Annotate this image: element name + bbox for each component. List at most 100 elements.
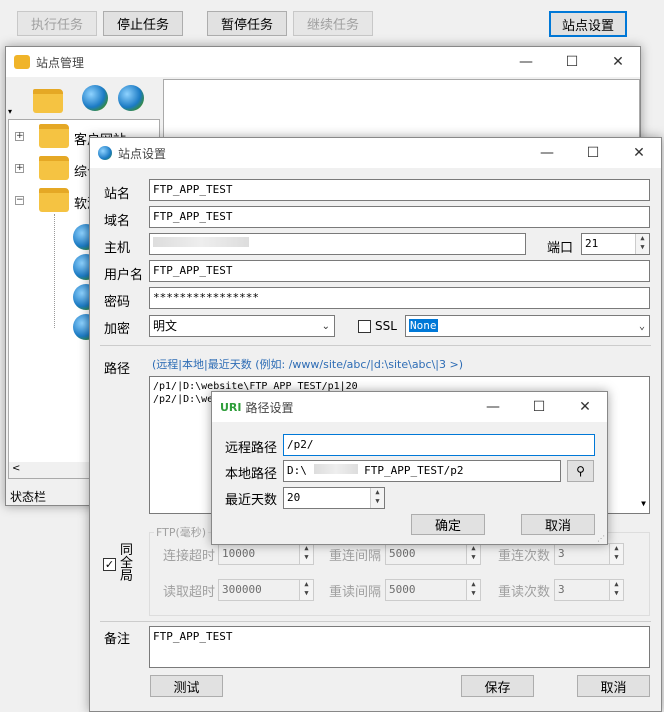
connect-timeout-spinner[interactable]: ▲ ▼ [299,544,313,564]
port-value: 21 [585,237,599,250]
chevron-down-icon: ⌄ [638,321,645,332]
reread-count-value: 3 [558,583,565,596]
ssl-option-value: None [409,319,438,332]
toolbar-overflow-icon[interactable]: ▾ [8,107,12,116]
reconnect-count-value: 3 [558,547,565,560]
reread-count-spinner[interactable]: ▲ ▼ [609,580,623,600]
remark-field[interactable]: FTP_APP_TEST [149,626,650,668]
separator [100,345,651,346]
ftp-group-label: FTP(毫秒) [154,524,209,540]
add-folder-icon[interactable] [33,89,63,113]
encryption-label: 加密 [104,322,131,337]
encryption-select[interactable]: 明文 ⌄ [149,315,335,337]
recent-days-value: 20 [287,491,301,504]
local-path-label: 本地路径 [225,467,278,482]
reread-interval-spinner[interactable]: ▲ ▼ [466,580,480,600]
recent-days-spinner[interactable]: ▲ ▼ [370,488,384,508]
maximize-icon[interactable]: ☐ [570,138,616,168]
site-manager-title: 站点管理 [36,55,85,70]
path-settings-dialog: URI 路径设置 — ☐ ✕ 远程路径 /p2/ 本地路径 D:\ FTP_AP… [211,391,608,545]
port-field[interactable]: 21 ▲ ▼ [581,233,650,255]
password-field[interactable]: **************** [149,287,650,309]
pause-task-button[interactable]: 暂停任务 [207,11,287,36]
port-label: 端口 [547,241,574,256]
add-site-icon[interactable] [82,85,108,111]
cancel-button[interactable]: 取消 [521,514,595,535]
site-settings-title: 站点设置 [118,146,167,161]
reconnect-count-label: 重连次数 [498,549,551,564]
reread-count-field[interactable]: 3 ▲ ▼ [554,579,624,601]
scroll-left-icon[interactable]: < [12,463,20,474]
reread-interval-field[interactable]: 5000 ▲ ▼ [385,579,481,601]
recent-days-field[interactable]: 20 ▲ ▼ [283,487,385,509]
ssl-checkbox[interactable] [358,320,371,333]
maximize-icon[interactable]: ☐ [549,47,595,77]
reconnect-interval-field[interactable]: 5000 ▲ ▼ [385,543,481,565]
browse-button[interactable]: ⚲ [567,460,594,482]
expand-icon[interactable]: + [15,132,24,141]
site-name-field[interactable]: FTP_APP_TEST [149,179,650,201]
reread-interval-value: 5000 [389,583,416,596]
reconnect-count-spinner[interactable]: ▲ ▼ [609,544,623,564]
reconnect-interval-value: 5000 [389,547,416,560]
connect-timeout-field[interactable]: 10000 ▲ ▼ [218,543,314,565]
ssl-option-select[interactable]: None ⌄ [405,315,650,337]
maximize-icon[interactable]: ☐ [516,392,562,422]
collapse-icon[interactable]: − [15,196,24,205]
ok-button[interactable]: 确定 [411,514,485,535]
close-icon[interactable]: ✕ [595,47,641,77]
reconnect-interval-label: 重连间隔 [329,549,382,564]
ssl-label: SSL [375,319,397,333]
remote-path-field[interactable]: /p2/ [283,434,595,456]
execute-task-button[interactable]: 执行任务 [17,11,97,36]
domain-field[interactable]: FTP_APP_TEST [149,206,650,228]
host-field[interactable] [149,233,526,255]
expand-icon[interactable]: + [15,164,24,173]
resize-grip-icon[interactable]: ⋰ [597,534,605,543]
encryption-value: 明文 [153,319,178,333]
username-field[interactable]: FTP_APP_TEST [149,260,650,282]
separator [100,621,651,622]
resume-task-button[interactable]: 继续任务 [293,11,373,36]
remove-site-icon[interactable] [118,85,144,111]
local-path-field[interactable]: D:\ FTP_APP_TEST/p2 [283,460,561,482]
connect-timeout-value: 10000 [222,547,256,560]
read-timeout-spinner[interactable]: ▲ ▼ [299,580,313,600]
port-spinner[interactable]: ▲ ▼ [635,234,649,254]
cancel-button[interactable]: 取消 [577,675,650,697]
folder-icon [39,124,69,148]
folder-icon [39,156,69,180]
read-timeout-field[interactable]: 300000 ▲ ▼ [218,579,314,601]
save-button[interactable]: 保存 [461,675,534,697]
password-label: 密码 [104,295,131,310]
local-path-prefix: D:\ [287,464,307,477]
close-icon[interactable]: ✕ [562,392,608,422]
read-timeout-label: 读取超时 [163,585,216,600]
reconnect-count-field[interactable]: 3 ▲ ▼ [554,543,624,565]
site-settings-button[interactable]: 站点设置 [549,11,627,37]
site-name-label: 站名 [104,187,131,202]
read-timeout-value: 300000 [222,583,262,596]
connect-timeout-label: 连接超时 [163,549,216,564]
remark-label: 备注 [104,632,131,647]
minimize-icon[interactable]: — [470,392,516,422]
username-label: 用户名 [104,268,144,283]
close-icon[interactable]: ✕ [616,138,662,168]
minimize-icon[interactable]: — [503,47,549,77]
folder-icon [39,188,69,212]
redacted-host [153,237,249,247]
test-button[interactable]: 测试 [150,675,223,697]
stop-task-button[interactable]: 停止任务 [103,11,183,36]
same-global-label: 同全局 [120,543,134,584]
reread-count-label: 重读次数 [498,585,551,600]
scroll-down-icon[interactable]: ▼ [641,497,646,510]
minimize-icon[interactable]: — [524,138,570,168]
app-icon [14,55,30,69]
globe-icon [98,146,112,160]
reconnect-interval-spinner[interactable]: ▲ ▼ [466,544,480,564]
path-label: 路径 [104,362,131,377]
same-global-checkbox[interactable]: ✓ [103,558,116,571]
remote-path-label: 远程路径 [225,441,278,456]
status-bar: 状态栏 [10,490,47,504]
recent-days-label: 最近天数 [225,493,278,508]
